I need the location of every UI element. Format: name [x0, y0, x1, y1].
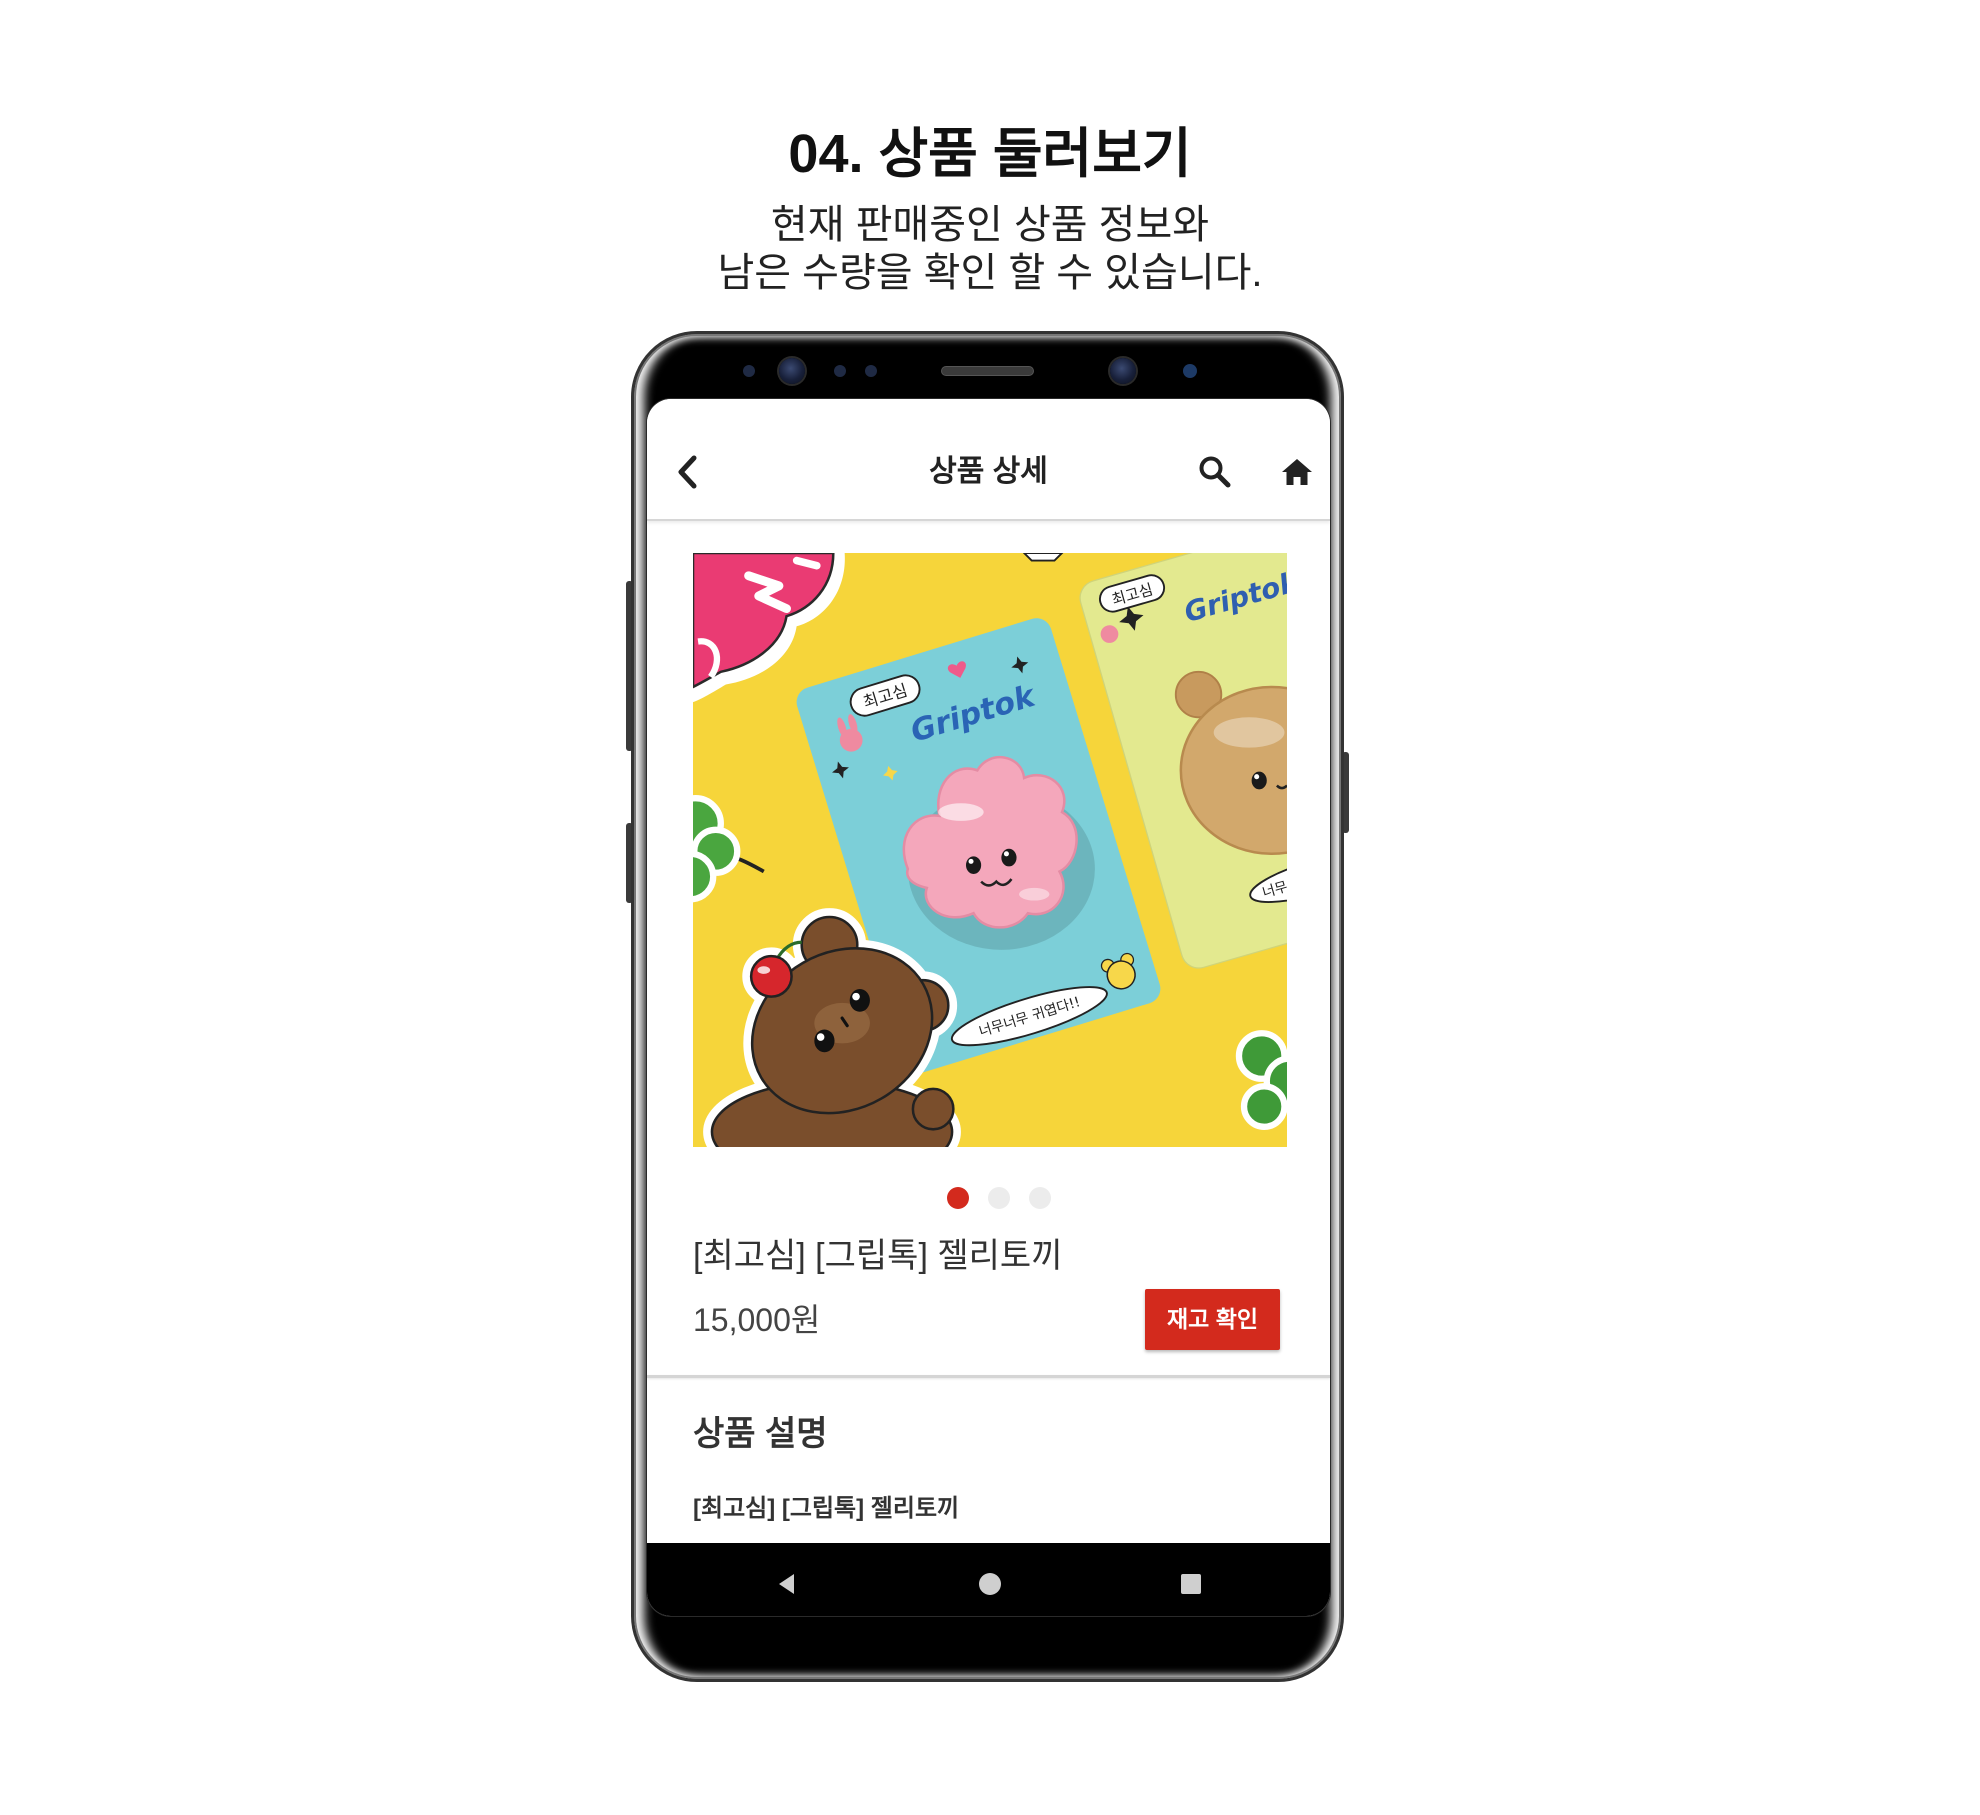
led-sensor: [865, 365, 877, 377]
nav-home-icon[interactable]: [978, 1572, 1002, 1596]
carousel-dot[interactable]: [1029, 1187, 1051, 1209]
home-icon[interactable]: [1279, 454, 1315, 490]
proximity-sensor: [743, 365, 755, 377]
nav-recents-icon[interactable]: [1179, 1572, 1203, 1596]
page-subtitle: 현재 판매중인 상품 정보와 남은 수량을 확인 할 수 있습니다.: [0, 201, 1980, 297]
phone-screen: 상품 상세 최고심 Griptok 최고심 Griptok 너무너무 귀엽다!!…: [647, 399, 1330, 1616]
page-subtitle-line: 현재 판매중인 상품 정보와: [770, 203, 1210, 247]
android-nav-bar: [647, 1543, 1330, 1616]
carousel-dot[interactable]: [947, 1187, 969, 1209]
front-camera: [1110, 358, 1136, 384]
iris-led: [1183, 364, 1197, 378]
page-subtitle-line: 남은 수량을 확인 할 수 있습니다.: [717, 251, 1263, 295]
carousel-dots: [947, 1187, 1051, 1209]
description-body: [최고심] [그립톡] 젤리토끼: [693, 1495, 960, 1522]
page-title: 04. 상품 둘러보기: [788, 124, 1192, 184]
product-photo: 최고심 Griptok 너무너무 귀엽다!! 최고: [693, 553, 1287, 1147]
carousel-dot[interactable]: [988, 1187, 1010, 1209]
check-stock-button[interactable]: 재고 확인: [1145, 1289, 1280, 1350]
top-sticker-edge: [1022, 553, 1064, 562]
light-sensor: [834, 365, 846, 377]
nav-back-icon[interactable]: [775, 1572, 799, 1596]
iris-scanner: [779, 358, 805, 384]
search-icon[interactable]: [1197, 454, 1233, 490]
app-header: 상품 상세: [647, 399, 1330, 521]
product-name: [최고심] [그립톡] 젤리토끼: [693, 1237, 1063, 1275]
product-image[interactable]: 최고심 Griptok 너무너무 귀엽다!! 최고: [693, 553, 1287, 1147]
description-heading: 상품 설명: [693, 1415, 828, 1453]
section-divider: [647, 1375, 1330, 1378]
earpiece-speaker: [942, 367, 1033, 375]
stage: 04. 상품 둘러보기 현재 판매중인 상품 정보와 남은 수량을 확인 할 수…: [0, 0, 1980, 1815]
product-price: 15,000원: [693, 1302, 821, 1338]
